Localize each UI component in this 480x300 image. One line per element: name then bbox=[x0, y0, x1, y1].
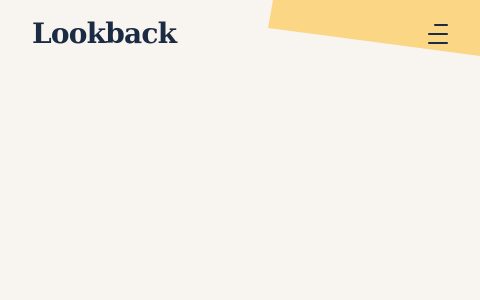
menu-icon-bar-top bbox=[434, 24, 448, 26]
menu-button[interactable] bbox=[420, 16, 456, 52]
brand-logo[interactable]: Lookback bbox=[32, 14, 177, 54]
menu-icon-bar-middle bbox=[428, 33, 448, 35]
menu-icon-bar-bottom bbox=[428, 42, 448, 44]
page: Lookback bbox=[0, 0, 480, 300]
